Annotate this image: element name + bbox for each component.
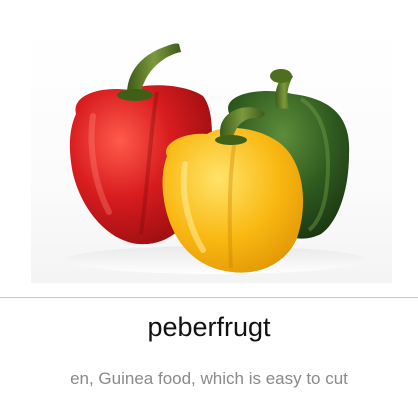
pepper-photo xyxy=(31,24,392,283)
flashcard-definition: en, Guinea food, which is easy to cut xyxy=(70,369,348,388)
divider xyxy=(0,297,418,298)
pepper-illustration xyxy=(66,43,366,274)
flashcard-word: peberfrugt xyxy=(147,312,271,342)
